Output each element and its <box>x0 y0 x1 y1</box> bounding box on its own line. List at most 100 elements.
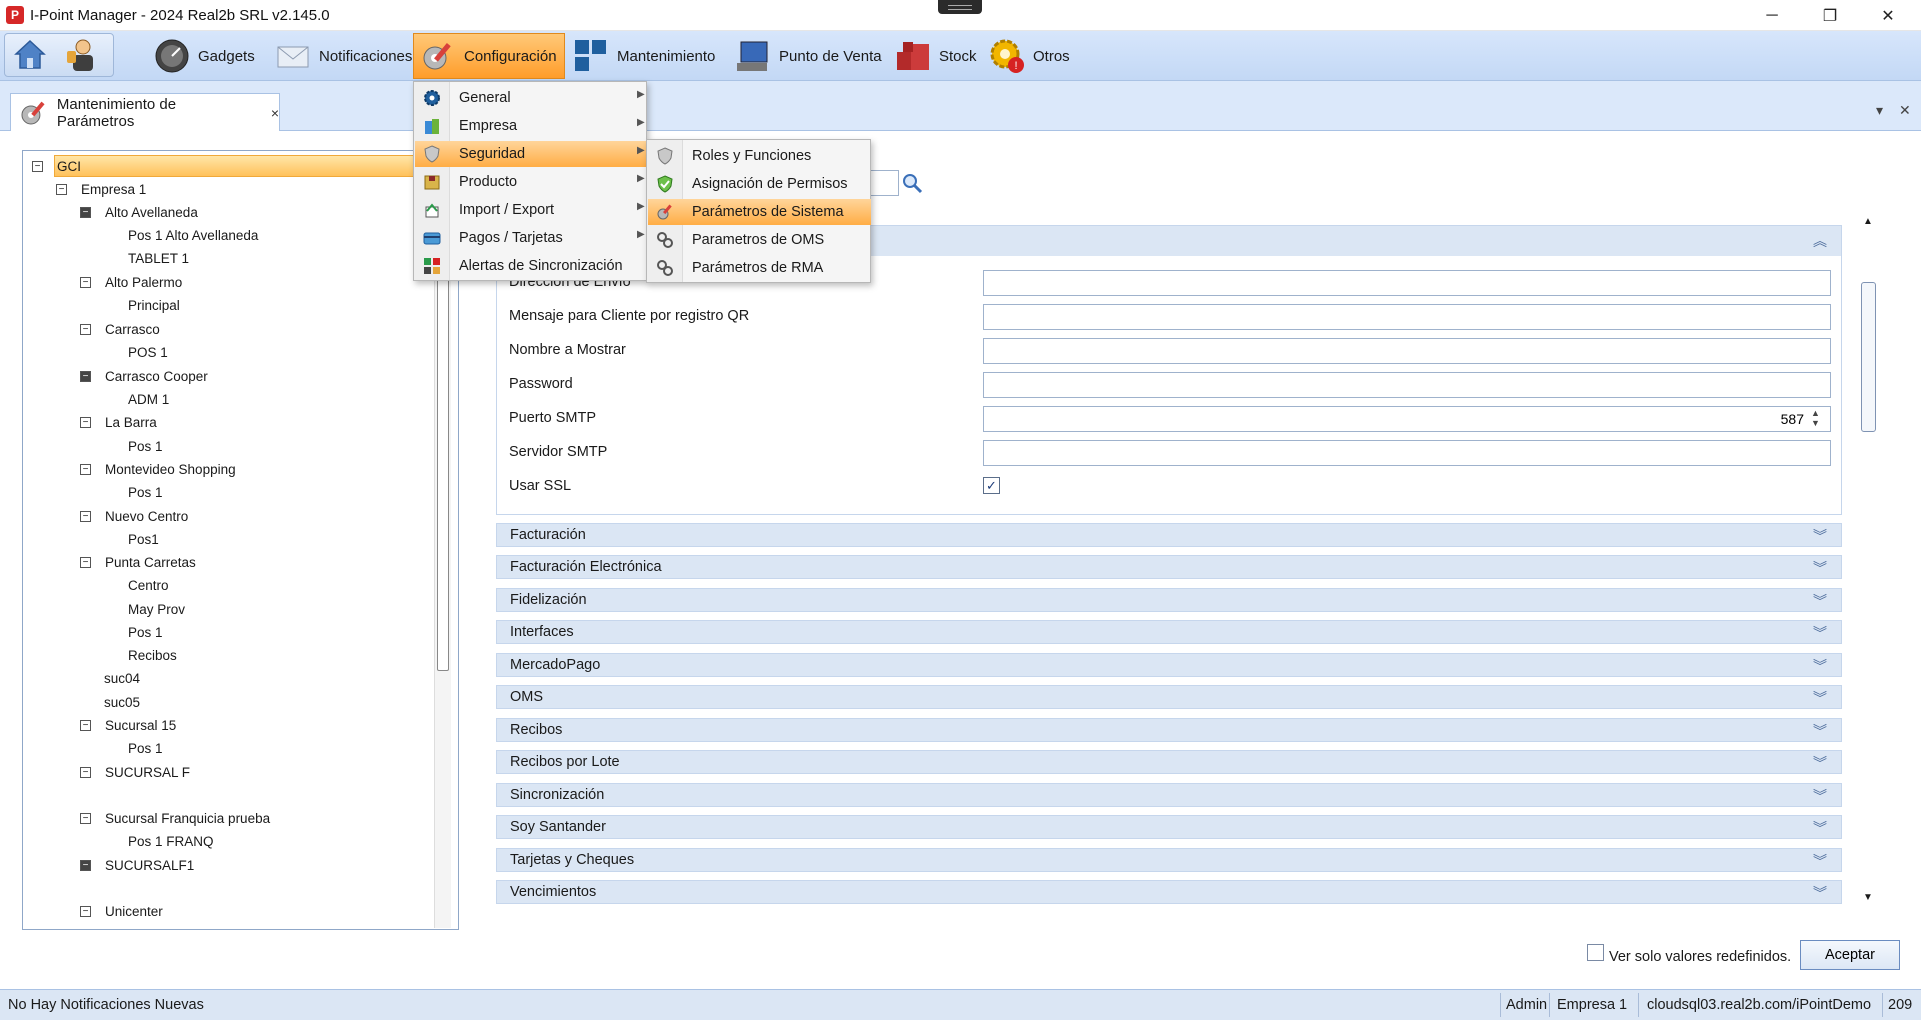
tree-node[interactable]: Centro <box>128 574 169 596</box>
scroll-down-icon[interactable]: ▼ <box>1863 892 1873 903</box>
tree-node[interactable]: Pos 1 FRANQ <box>128 830 214 852</box>
tree-node[interactable]: May Prov <box>128 598 185 620</box>
section-vencimientos[interactable]: Vencimientos ︾ <box>496 880 1842 904</box>
tree-node[interactable]: ADM 1 <box>128 388 169 410</box>
toolbar-gadgets[interactable]: Gadgets <box>148 33 261 79</box>
expand-chevron-icon[interactable]: ︾ <box>1813 526 1827 546</box>
tree-node[interactable]: Pos 1 Alto Avellaneda <box>128 224 258 246</box>
expand-chevron-icon[interactable]: ︾ <box>1813 818 1827 838</box>
menu-item-roles-funciones[interactable]: Roles y Funciones <box>648 143 869 169</box>
collapse-icon[interactable]: − <box>80 276 91 288</box>
section-soy-santander[interactable]: Soy Santander ︾ <box>496 815 1842 839</box>
expand-chevron-icon[interactable]: ︾ <box>1813 851 1827 871</box>
aceptar-button[interactable]: Aceptar <box>1800 940 1900 970</box>
collapse-icon[interactable]: − <box>56 183 67 195</box>
menu-item-seguridad[interactable]: Seguridad ▶ <box>415 141 647 167</box>
tree-node[interactable]: − Punta Carretas <box>80 551 196 573</box>
expand-chevron-icon[interactable]: ︾ <box>1813 688 1827 708</box>
menu-item-alertas-sincronizacion[interactable]: Alertas de Sincronización <box>415 253 645 279</box>
toolbar-mantenimiento[interactable]: Mantenimiento <box>567 33 721 79</box>
tree-node[interactable]: − Alto Palermo <box>80 271 182 293</box>
tree-node[interactable]: POS 1 <box>128 341 168 363</box>
mensaje-qr-input[interactable] <box>983 304 1831 330</box>
expand-chevron-icon[interactable]: ︾ <box>1813 656 1827 676</box>
section-fidelizacion[interactable]: Fidelización ︾ <box>496 588 1842 612</box>
menu-item-asignacion-permisos[interactable]: Asignación de Permisos <box>648 171 869 197</box>
collapse-chevron-icon[interactable]: ︽ <box>1813 231 1827 251</box>
tree-node[interactable]: − Sucursal Franquicia prueba <box>80 807 270 829</box>
section-tarjetas-cheques[interactable]: Tarjetas y Cheques ︾ <box>496 848 1842 872</box>
tree-node[interactable]: suc04 <box>104 667 140 689</box>
tree-node[interactable]: − Carrasco <box>80 318 160 340</box>
tree-node[interactable]: − GCI <box>32 155 81 177</box>
expand-chevron-icon[interactable]: ︾ <box>1813 786 1827 806</box>
home-icon[interactable] <box>13 38 47 72</box>
user-icon[interactable] <box>63 37 99 73</box>
menu-item-pagos-tarjetas[interactable]: Pagos / Tarjetas ▶ <box>415 225 645 251</box>
stepper-arrows-icon[interactable]: ▲ ▼ <box>1811 408 1820 428</box>
scroll-up-icon[interactable]: ▲ <box>1863 216 1873 227</box>
section-sincronizacion[interactable]: Sincronización ︾ <box>496 783 1842 807</box>
drag-handle[interactable] <box>938 0 982 14</box>
menu-item-producto[interactable]: Producto ▶ <box>415 169 645 195</box>
collapse-icon[interactable]: − <box>80 719 91 731</box>
collapse-icon[interactable]: − <box>80 766 91 778</box>
section-recibos[interactable]: Recibos ︾ <box>496 718 1842 742</box>
tree-node[interactable]: − Unicenter <box>80 900 163 922</box>
minimize-button[interactable]: ─ <box>1743 0 1801 31</box>
expand-chevron-icon[interactable]: ︾ <box>1813 883 1827 903</box>
collapse-icon[interactable]: − <box>80 463 91 475</box>
tree-node[interactable]: TABLET 1 <box>128 247 189 269</box>
collapse-icon[interactable]: − <box>80 323 91 335</box>
tree-node[interactable]: suc05 <box>104 691 140 713</box>
search-input[interactable] <box>869 170 899 196</box>
tab-mantenimiento-parametros[interactable]: Mantenimiento de Parámetros × <box>10 93 280 131</box>
menu-item-empresa[interactable]: Empresa ▶ <box>415 113 645 139</box>
collapse-icon[interactable]: − <box>80 206 91 218</box>
collapse-icon[interactable]: − <box>80 859 91 871</box>
toolbar-configuracion[interactable]: Configuración <box>413 33 565 79</box>
expand-chevron-icon[interactable]: ︾ <box>1813 591 1827 611</box>
menu-item-parametros-sistema[interactable]: Parámetros de Sistema <box>648 199 871 225</box>
usar-ssl-checkbox[interactable]: ✓ <box>983 477 1000 494</box>
close-all-tabs-icon[interactable]: ✕ <box>1899 102 1911 119</box>
expand-chevron-icon[interactable]: ︾ <box>1813 721 1827 741</box>
collapse-icon[interactable]: − <box>80 812 91 824</box>
servidor-smtp-input[interactable] <box>983 440 1831 466</box>
tree-node[interactable]: Pos 1 <box>128 435 163 457</box>
puerto-smtp-input[interactable] <box>983 406 1831 432</box>
section-recibos-por-lote[interactable]: Recibos por Lote ︾ <box>496 750 1842 774</box>
collapse-icon[interactable]: − <box>80 416 91 428</box>
params-scroll-thumb[interactable] <box>1861 282 1876 432</box>
password-input[interactable] <box>983 372 1831 398</box>
toolbar-otros[interactable]: ! Otros <box>983 33 1076 79</box>
tab-list-dropdown-icon[interactable]: ▾ <box>1876 102 1883 119</box>
close-window-button[interactable]: ✕ <box>1859 0 1917 31</box>
tab-close-icon[interactable]: × <box>271 105 279 121</box>
toolbar-notificaciones[interactable]: Notificaciones <box>269 33 418 79</box>
expand-chevron-icon[interactable]: ︾ <box>1813 558 1827 578</box>
toolbar-punto-de-venta[interactable]: Punto de Venta <box>729 33 888 79</box>
menu-item-general[interactable]: General ▶ <box>415 85 645 111</box>
section-interfaces[interactable]: Interfaces ︾ <box>496 620 1842 644</box>
tree-node[interactable]: − Alto Avellaneda <box>80 201 198 223</box>
tree-node[interactable]: Pos 1 <box>128 481 163 503</box>
tree-node[interactable]: − Carrasco Cooper <box>80 365 208 387</box>
tree-node[interactable]: − La Barra <box>80 411 157 433</box>
maximize-button[interactable]: ❐ <box>1801 0 1859 31</box>
tree-node[interactable]: Principal <box>128 294 180 316</box>
tree-node[interactable]: − Montevideo Shopping <box>80 458 236 480</box>
expand-chevron-icon[interactable]: ︾ <box>1813 753 1827 773</box>
direccion-envio-input[interactable] <box>983 270 1831 296</box>
menu-item-parametros-rma[interactable]: Parámetros de RMA <box>648 255 869 281</box>
section-oms[interactable]: OMS ︾ <box>496 685 1842 709</box>
tree-node[interactable]: − SUCURSALF1 <box>80 854 194 876</box>
tree-node[interactable]: Recibos <box>128 644 177 666</box>
collapse-icon[interactable]: − <box>32 160 43 172</box>
tree-node[interactable]: Pos 1 <box>128 621 163 643</box>
tree-node[interactable]: − Sucursal 15 <box>80 714 176 736</box>
collapse-icon[interactable]: − <box>80 510 91 522</box>
tree-node[interactable]: − SUCURSAL F <box>80 761 190 783</box>
collapse-icon[interactable]: − <box>80 905 91 917</box>
section-facturacion-electronica[interactable]: Facturación Electrónica ︾ <box>496 555 1842 579</box>
